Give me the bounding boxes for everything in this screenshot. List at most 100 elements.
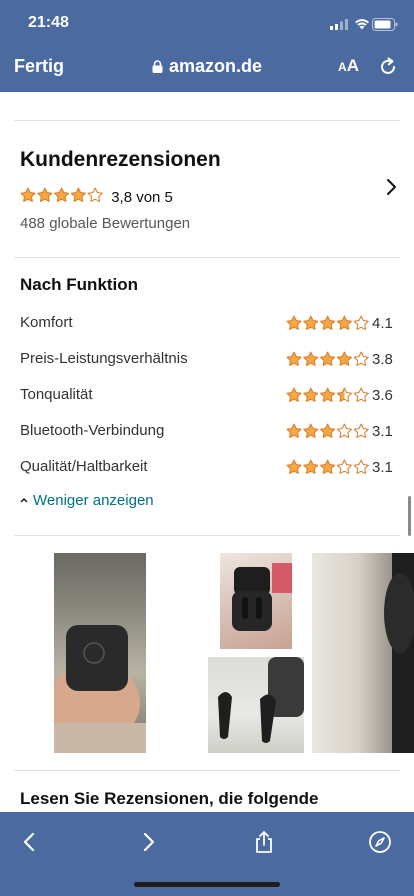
star-icon (303, 351, 319, 366)
star-icon (37, 187, 53, 202)
star-icon (353, 459, 369, 474)
star-icon (336, 423, 352, 438)
star-icon (320, 351, 336, 366)
battery-icon (372, 18, 398, 31)
open-earbud-case-image (232, 563, 292, 631)
overall-rating[interactable]: 3,8 von 5 (20, 186, 173, 208)
compass-icon[interactable] (368, 830, 392, 854)
feature-stars (286, 459, 369, 480)
lock-icon (152, 60, 163, 73)
feature-label: Tonqualität (20, 386, 93, 403)
star-rating-icon (286, 387, 369, 402)
feature-value: 3.1 (372, 423, 393, 440)
status-time: 21:48 (28, 14, 69, 31)
feature-stars (286, 351, 369, 372)
star-icon (70, 187, 86, 202)
star-icon (286, 315, 302, 330)
chevron-right-icon[interactable] (384, 178, 398, 196)
star-icon (353, 387, 369, 402)
read-reviews-title: Lesen Sie Rezensionen, die folgende (20, 789, 319, 808)
feature-stars (286, 387, 369, 408)
feature-label: Bluetooth-Verbindung (20, 422, 165, 439)
star-icon (286, 351, 302, 366)
star-rating-icon (286, 315, 369, 330)
star-icon (320, 315, 336, 330)
chevron-up-icon (20, 498, 28, 503)
feature-stars (286, 423, 369, 444)
rating-text: 3,8 von 5 (111, 188, 173, 206)
divider (14, 120, 400, 121)
browser-top-bar: 21:48 Fertig amazon.de AA (0, 0, 414, 92)
star-icon (286, 459, 302, 474)
divider (14, 535, 400, 536)
divider (14, 770, 400, 771)
star-icon (286, 387, 302, 402)
star-rating-icon (286, 459, 369, 474)
by-feature-title: Nach Funktion (20, 275, 139, 294)
review-photo[interactable] (220, 553, 292, 649)
feature-row-preis-leistung: Preis-Leistungsverhältnis 3.8 (0, 348, 414, 370)
review-photo[interactable] (54, 553, 146, 753)
feature-label: Komfort (20, 314, 73, 331)
star-icon (336, 351, 352, 366)
feature-stars (286, 315, 369, 336)
star-icon (336, 387, 352, 402)
home-indicator (134, 882, 280, 887)
page-content: Kundenrezensionen 3,8 von 5 488 globale … (0, 92, 414, 812)
star-rating-icon (286, 351, 369, 366)
status-bar: 21:48 (0, 14, 414, 36)
star-icon (336, 459, 352, 474)
text-size-button[interactable]: AA (338, 56, 359, 76)
star-rating-icon (286, 423, 369, 438)
feature-row-bluetooth: Bluetooth-Verbindung 3.1 (0, 420, 414, 442)
star-icon (320, 387, 336, 402)
cellular-signal-icon (330, 19, 348, 30)
global-ratings-count: 488 globale Bewertungen (20, 215, 191, 232)
earbud-case-in-hand-image (54, 625, 146, 753)
reload-icon[interactable] (378, 57, 398, 77)
star-icon (336, 315, 352, 330)
star-icon (303, 459, 319, 474)
back-icon[interactable] (18, 830, 42, 854)
overall-stars (20, 187, 103, 208)
star-icon (353, 423, 369, 438)
feature-label: Preis-Leistungsverhältnis (20, 350, 188, 367)
star-icon (286, 423, 302, 438)
star-icon (303, 387, 319, 402)
star-icon (353, 351, 369, 366)
feature-value: 3.1 (372, 459, 393, 476)
star-icon (303, 423, 319, 438)
star-icon (20, 187, 36, 202)
reviews-title: Kundenrezensionen (20, 148, 221, 171)
divider (14, 257, 400, 258)
forward-icon[interactable] (136, 830, 160, 854)
browser-nav-row: Fertig amazon.de AA (0, 56, 414, 80)
feature-value: 4.1 (372, 315, 393, 332)
feature-value: 3.6 (372, 387, 393, 404)
url-text: amazon.de (168, 56, 263, 76)
text-size-large-label: A (346, 56, 359, 75)
star-rating-icon (20, 187, 103, 202)
show-less-label: Weniger anzeigen (33, 492, 154, 509)
earbuds-closeup-image (384, 553, 414, 753)
star-icon (54, 187, 70, 202)
feature-row-komfort: Komfort 4.1 (0, 312, 414, 334)
review-photo[interactable] (312, 553, 414, 753)
star-icon (87, 187, 103, 202)
star-icon (320, 459, 336, 474)
show-less-link[interactable]: Weniger anzeigen (20, 492, 154, 509)
browser-bottom-bar (0, 812, 414, 896)
wifi-icon (355, 19, 369, 30)
star-icon (303, 315, 319, 330)
feature-row-tonqualitaet: Tonqualität 3.6 (0, 384, 414, 406)
review-photo[interactable] (208, 657, 304, 753)
share-icon[interactable] (252, 830, 276, 854)
feature-label: Qualität/Haltbarkeit (20, 458, 148, 475)
scrollbar-thumb[interactable] (408, 496, 411, 536)
star-icon (320, 423, 336, 438)
earbuds-on-table-image (218, 657, 304, 743)
text-size-small-label: A (338, 60, 347, 74)
feature-value: 3.8 (372, 351, 393, 368)
star-icon (353, 315, 369, 330)
feature-row-qualitaet: Qualität/Haltbarkeit 3.1 (0, 456, 414, 478)
